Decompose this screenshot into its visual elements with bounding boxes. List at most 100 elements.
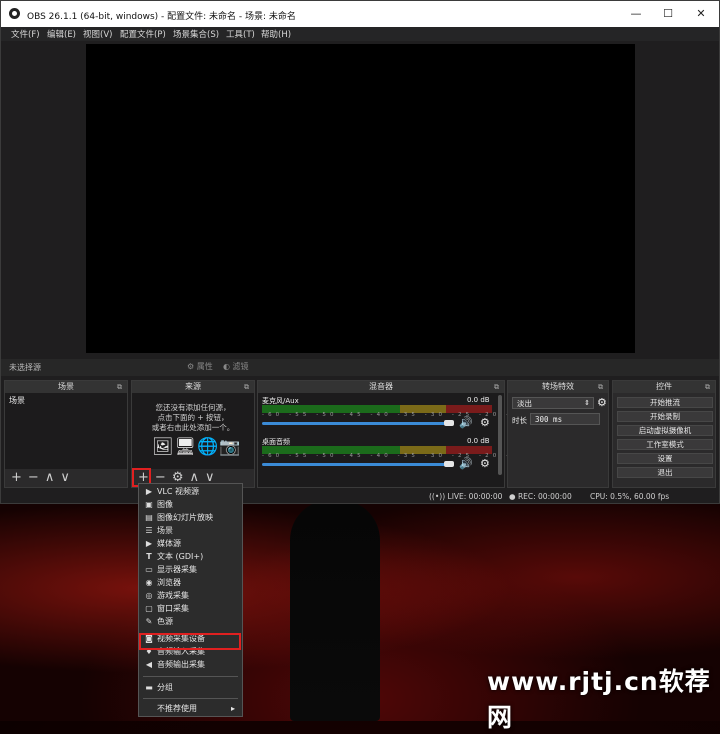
properties-button[interactable]: ⚙ 属性 (187, 361, 213, 372)
menu-item-label: 媒体源 (157, 539, 181, 548)
start-recording-button[interactable]: 开始录制 (617, 411, 713, 422)
menu-item-window-capture[interactable]: ▢ 窗口采集 (139, 602, 242, 615)
chevron-right-icon: ▸ (231, 704, 236, 713)
slideshow-icon: ▤ (145, 513, 153, 522)
mixer-dock-header: 混音器 ⧉ (258, 381, 504, 393)
obs-window: OBS 26.1.1 (64-bit, windows) - 配置文件: 未命名… (0, 0, 720, 504)
menu-item-text-gdi[interactable]: T 文本 (GDI+) (139, 550, 242, 563)
menu-item-color-source[interactable]: ✎ 色源 (139, 615, 242, 628)
move-down-icon[interactable]: ∨ (60, 470, 76, 485)
menu-item-group[interactable]: ▬ 分组 (139, 681, 242, 694)
menu-item-game-capture[interactable]: ◎ 游戏采集 (139, 589, 242, 602)
wallpaper-figure (290, 500, 380, 721)
filters-button[interactable]: ◐ 滤镜 (223, 361, 249, 372)
transitions-dock-header: 转场特效 ⧉ (508, 381, 608, 393)
speaker-icon[interactable]: 🔊 (459, 416, 473, 429)
obs-logo-icon (9, 8, 20, 19)
menu-item-label: 游戏采集 (157, 591, 189, 600)
scene-item[interactable]: 场景 (9, 395, 25, 406)
scenes-dock-header: 场景 ⧉ (5, 381, 127, 393)
dock-float-icon[interactable]: ⧉ (244, 381, 249, 393)
menu-item-media-source[interactable]: ▶ 媒体源 (139, 537, 242, 550)
volume-slider[interactable] (262, 463, 452, 466)
source-type-icons: 🖼🖥🌐📷 (152, 437, 242, 457)
menu-item-label: VLC 视频源 (157, 487, 200, 496)
start-streaming-button[interactable]: 开始推流 (617, 397, 713, 408)
menu-file[interactable]: 文件(F) (11, 28, 40, 40)
menu-item-vlc-source[interactable]: ▶ VLC 视频源 (139, 485, 242, 498)
menu-item-label: 不推荐使用 (157, 704, 197, 713)
scenes-dock: 场景 ⧉ 场景 +−∧∨ (4, 380, 128, 488)
exit-button[interactable]: 退出 (617, 467, 713, 478)
minimize-button[interactable]: — (621, 5, 651, 23)
dock-float-icon[interactable]: ⧉ (117, 381, 122, 393)
add-scene-icon[interactable]: + (11, 470, 28, 485)
mixer-scrollbar[interactable] (498, 395, 502, 475)
close-button[interactable]: ✕ (686, 5, 716, 23)
watermark: www.rjtj.cn软荐网 (487, 667, 711, 732)
duration-input[interactable]: 300 ms (530, 413, 600, 425)
gamepad-icon: ◎ (145, 591, 153, 600)
gear-icon[interactable]: ⚙ (480, 457, 490, 470)
scenes-title: 场景 (58, 382, 74, 391)
menu-separator (143, 676, 238, 677)
rec-status: ● REC: 00:00:00 (509, 492, 572, 501)
window-title: OBS 26.1.1 (64-bit, windows) - 配置文件: 未命名… (27, 12, 296, 22)
menu-profile[interactable]: 配置文件(P) (120, 28, 166, 40)
menu-edit[interactable]: 编辑(E) (47, 28, 76, 40)
menu-item-display-capture[interactable]: ▭ 显示器采集 (139, 563, 242, 576)
duration-value: 300 ms (535, 415, 563, 424)
menu-item-image[interactable]: ▣ 图像 (139, 498, 242, 511)
add-source-menu: ▶ VLC 视频源 ▣ 图像 ▤ 图像幻灯片放映 ☰ 场景 ▶ 媒体源 T 文本 (GDI+… (138, 483, 243, 717)
move-up-icon[interactable]: ∧ (45, 470, 61, 485)
monitor-icon: ▭ (145, 565, 153, 574)
menu-item-audio-output-capture[interactable]: ◀ 音频输出采集 (139, 658, 242, 671)
menu-item-scene[interactable]: ☰ 场景 (139, 524, 242, 537)
controls-dock-header: 控件 ⧉ (613, 381, 715, 393)
menu-help[interactable]: 帮助(H) (261, 28, 291, 40)
menu-item-label: 显示器采集 (157, 565, 197, 574)
settings-button[interactable]: 设置 (617, 453, 713, 464)
menu-item-slideshow[interactable]: ▤ 图像幻灯片放映 (139, 511, 242, 524)
folder-icon: ▬ (145, 683, 153, 692)
status-bar: ((•)) LIVE: 00:00:00 ● REC: 00:00:00 CPU… (1, 491, 719, 503)
dock-float-icon[interactable]: ⧉ (494, 381, 499, 393)
maximize-button[interactable]: ☐ (653, 5, 683, 23)
volume-slider[interactable] (262, 422, 452, 425)
transitions-dock: 转场特效 ⧉ 淡出 ⇕ ⚙ 时长 300 ms (507, 380, 609, 488)
speaker-icon[interactable]: 🔊 (459, 457, 473, 470)
menu-view[interactable]: 视图(V) (83, 28, 112, 40)
volume-slider-handle[interactable] (444, 420, 454, 426)
dock-float-icon[interactable]: ⧉ (598, 381, 603, 393)
dock-float-icon[interactable]: ⧉ (705, 381, 710, 393)
menu-item-label: 图像幻灯片放映 (157, 513, 213, 522)
transition-select[interactable]: 淡出 ⇕ (512, 397, 594, 409)
menu-separator (143, 698, 238, 699)
preview-canvas[interactable] (86, 44, 635, 353)
controls-dock: 控件 ⧉ 开始推流 开始录制 启动虚拟摄像机 工作室模式 设置 退出 (612, 380, 716, 488)
start-virtual-camera-button[interactable]: 启动虚拟摄像机 (617, 425, 713, 436)
menu-scene-collection[interactable]: 场景集合(S) (173, 28, 219, 40)
volume-slider-handle[interactable] (444, 461, 454, 467)
menu-item-label: 音频输出采集 (157, 660, 205, 669)
channel-db: 0.0 dB (467, 396, 490, 404)
studio-mode-button[interactable]: 工作室模式 (617, 439, 713, 450)
play-icon: ▶ (145, 487, 153, 496)
mixer-title: 混音器 (369, 382, 393, 391)
scenes-toolbar: +−∧∨ (11, 470, 76, 485)
menu-item-browser[interactable]: ◉ 浏览器 (139, 576, 242, 589)
sources-list[interactable]: 您还没有添加任何源， 点击下面的 + 按钮， 或者右击此处添加一个。 🖼🖥🌐📷 (132, 393, 254, 469)
gear-icon[interactable]: ⚙ (597, 396, 607, 409)
gear-icon[interactable]: ⚙ (480, 416, 490, 429)
remove-scene-icon[interactable]: − (28, 470, 45, 485)
cpu-status: CPU: 0.5%, 60.00 fps (590, 492, 670, 501)
menu-tools[interactable]: 工具(T) (226, 28, 255, 40)
rec-time: REC: 00:00:00 (517, 492, 572, 501)
brush-icon: ✎ (145, 617, 153, 626)
transitions-title: 转场特效 (542, 382, 574, 391)
menu-item-deprecated[interactable]: 不推荐使用 ▸ (139, 702, 242, 715)
menu-item-label: 窗口采集 (157, 604, 189, 613)
scenes-list[interactable]: 场景 (5, 393, 127, 469)
filters-label: 滤镜 (232, 362, 249, 371)
hint-line: 您还没有添加任何源， (155, 403, 231, 412)
